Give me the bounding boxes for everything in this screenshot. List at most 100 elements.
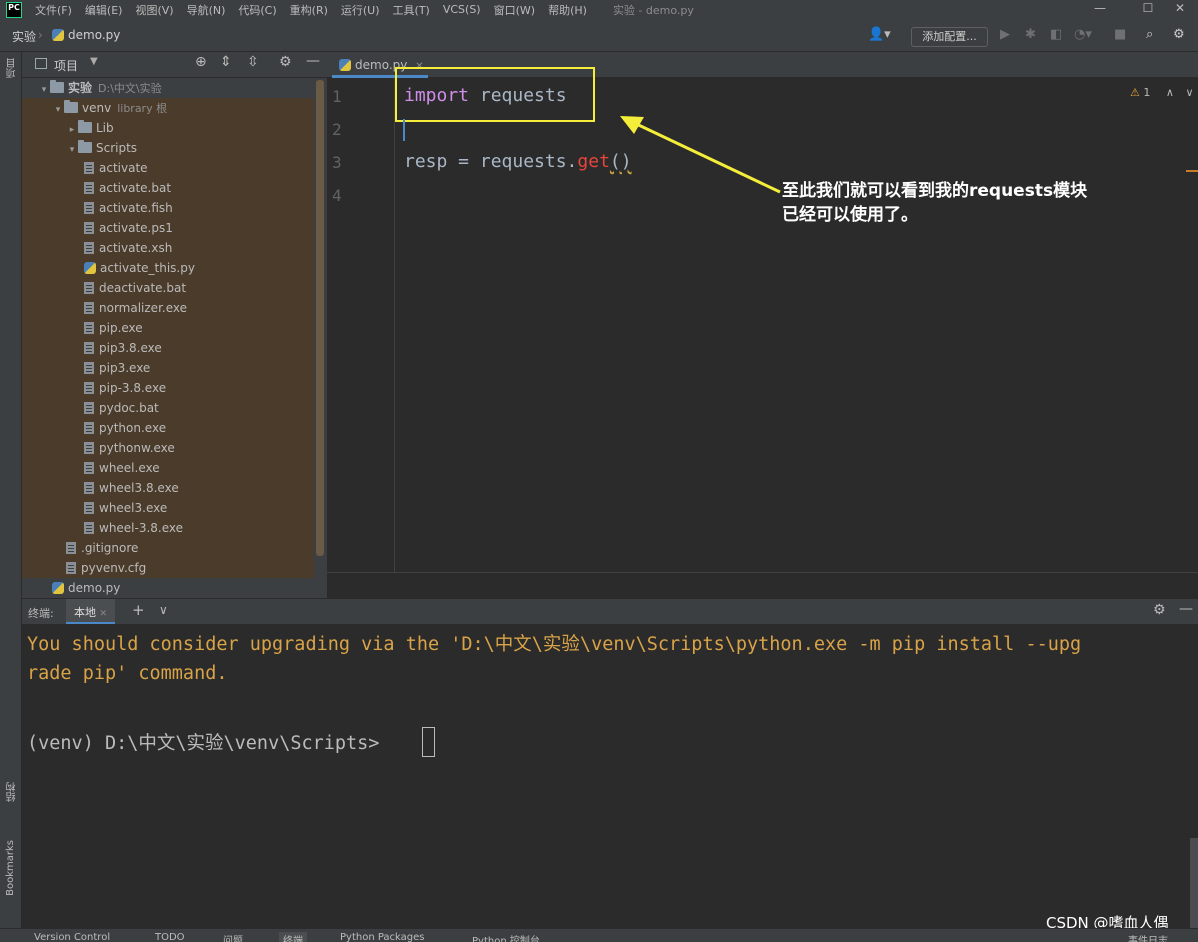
tree-file[interactable]: deactivate.bat: [22, 278, 314, 298]
chevron-down-icon[interactable]: ▾: [38, 80, 50, 100]
file-icon: [84, 522, 94, 534]
menu-view[interactable]: 视图(V): [135, 2, 173, 18]
chevron-right-icon[interactable]: ▸: [66, 120, 78, 140]
tree-file[interactable]: pyvenv.cfg: [22, 558, 314, 578]
terminal-tab-local[interactable]: 本地 ✕: [66, 599, 116, 625]
tree-file[interactable]: .gitignore: [22, 538, 314, 558]
locate-file-icon[interactable]: ⊕: [195, 54, 207, 70]
menu-code[interactable]: 代码(C): [238, 2, 276, 18]
menu-window[interactable]: 窗口(W): [494, 2, 535, 18]
tree-item-label: activate: [99, 161, 148, 175]
add-configuration-button[interactable]: 添加配置...: [911, 27, 988, 47]
panel-settings-gear-icon[interactable]: ⚙: [279, 54, 292, 70]
tree-file[interactable]: activate.bat: [22, 178, 314, 198]
tool-version-control[interactable]: Version Control: [34, 932, 110, 942]
search-icon[interactable]: ⌕: [1146, 27, 1153, 42]
python-file-icon: [339, 59, 351, 71]
tree-file[interactable]: wheel3.8.exe: [22, 478, 314, 498]
tree-file[interactable]: pythonw.exe: [22, 438, 314, 458]
tool-python-packages[interactable]: Python Packages: [340, 932, 425, 942]
stop-icon[interactable]: ■: [1114, 27, 1126, 42]
tree-item-label: demo.py: [68, 581, 121, 595]
tree-item-label: pyvenv.cfg: [81, 561, 147, 575]
tree-file[interactable]: wheel.exe: [22, 458, 314, 478]
expand-all-icon[interactable]: ⇕: [220, 54, 232, 70]
menu-refactor[interactable]: 重构(R): [290, 2, 328, 18]
tree-folder[interactable]: ▸ Lib: [22, 118, 314, 138]
tree-file[interactable]: activate.ps1: [22, 218, 314, 238]
tree-file[interactable]: python.exe: [22, 418, 314, 438]
warning-stripe-marker[interactable]: [1186, 170, 1198, 172]
tree-file[interactable]: pip-3.8.exe: [22, 378, 314, 398]
collapse-all-icon[interactable]: ⇳: [247, 54, 259, 70]
file-icon: [66, 562, 76, 574]
tree-file[interactable]: activate.xsh: [22, 238, 314, 258]
annotation-line-2: 已经可以使用了。: [782, 205, 918, 225]
menu-edit[interactable]: 编辑(E): [85, 2, 123, 18]
chevron-down-icon[interactable]: ▾: [66, 140, 78, 160]
terminal-label: 终端:: [28, 607, 54, 620]
hide-panel-icon[interactable]: —: [306, 53, 320, 69]
project-panel-title[interactable]: 项目: [54, 57, 78, 74]
project-dropdown-icon[interactable]: ▼: [90, 56, 98, 67]
inspection-widget[interactable]: ⚠ 1 ∧ ∨: [1130, 86, 1194, 99]
chevron-down-icon[interactable]: ▾: [52, 100, 64, 120]
menu-file[interactable]: 文件(F): [35, 2, 72, 18]
tree-file[interactable]: pip.exe: [22, 318, 314, 338]
menu-run[interactable]: 运行(U): [341, 2, 380, 18]
tree-folder[interactable]: ▾ Scripts: [22, 138, 314, 158]
terminal-settings-gear-icon[interactable]: ⚙: [1153, 602, 1166, 618]
gutter-divider: [394, 78, 395, 572]
tool-terminal[interactable]: 终端: [279, 932, 307, 942]
hide-terminal-icon[interactable]: —: [1179, 601, 1193, 617]
terminal-dropdown-chevron-icon[interactable]: ∨: [159, 603, 168, 617]
bookmarks-tool-button[interactable]: Bookmarks: [5, 840, 16, 896]
menu-navigate[interactable]: 导航(N): [187, 2, 226, 18]
code-line-3[interactable]: resp = requests.get(): [404, 151, 632, 172]
menu-vcs[interactable]: VCS(S): [443, 3, 481, 16]
tool-event-log[interactable]: 事件日志: [1128, 932, 1168, 942]
minimize-icon[interactable]: —: [1080, 0, 1120, 19]
structure-tool-button[interactable]: 结构: [5, 782, 20, 802]
terminal-scrollbar[interactable]: [1190, 838, 1198, 928]
tree-file[interactable]: activate: [22, 158, 314, 178]
tree-file[interactable]: pip3.8.exe: [22, 338, 314, 358]
tree-item-label: activate.ps1: [99, 221, 173, 235]
tree-file[interactable]: wheel-3.8.exe: [22, 518, 314, 538]
menu-tools[interactable]: 工具(T): [393, 2, 430, 18]
file-icon: [84, 302, 94, 314]
file-icon: [84, 502, 94, 514]
breadcrumb-project[interactable]: 实验: [12, 28, 36, 45]
close-tab-icon[interactable]: ✕: [100, 609, 108, 619]
tree-item-label: normalizer.exe: [99, 301, 187, 315]
coverage-icon[interactable]: ◧: [1050, 27, 1062, 42]
settings-gear-icon[interactable]: ⚙: [1173, 27, 1185, 42]
left-tool-stripe: 项目 结构 Bookmarks: [0, 52, 22, 928]
menu-help[interactable]: 帮助(H): [548, 2, 587, 18]
close-window-icon[interactable]: ✕: [1160, 0, 1198, 19]
next-highlight-icon[interactable]: ∨: [1185, 86, 1193, 99]
debug-icon[interactable]: ✱: [1025, 27, 1036, 42]
tree-folder[interactable]: ▾ venv library 根: [22, 98, 314, 118]
tree-file[interactable]: normalizer.exe: [22, 298, 314, 318]
user-icon[interactable]: 👤▾: [868, 27, 891, 42]
project-tool-button[interactable]: 项目: [5, 58, 20, 78]
breadcrumb-file[interactable]: demo.py: [52, 28, 120, 42]
tree-file[interactable]: demo.py: [22, 578, 314, 598]
project-tree-scrollbar[interactable]: [316, 80, 324, 556]
tree-file[interactable]: pip3.exe: [22, 358, 314, 378]
new-terminal-plus-icon[interactable]: +: [132, 601, 145, 619]
tree-folder[interactable]: ▾ 实验 D:\中文\实验: [22, 78, 314, 98]
tool-todo[interactable]: TODO: [155, 932, 185, 942]
tree-file[interactable]: pydoc.bat: [22, 398, 314, 418]
run-icon[interactable]: ▶: [1000, 27, 1010, 42]
tree-item-label: pip.exe: [99, 321, 143, 335]
tool-python-console[interactable]: Python 控制台: [472, 932, 540, 942]
tree-file[interactable]: wheel3.exe: [22, 498, 314, 518]
profile-icon[interactable]: ◔▾: [1074, 27, 1092, 42]
tree-file[interactable]: activate_this.py: [22, 258, 314, 278]
tree-file[interactable]: activate.fish: [22, 198, 314, 218]
tree-item-label: activate.xsh: [99, 241, 173, 255]
tool-problems[interactable]: 问题: [223, 932, 243, 942]
previous-highlight-icon[interactable]: ∧: [1166, 86, 1174, 99]
